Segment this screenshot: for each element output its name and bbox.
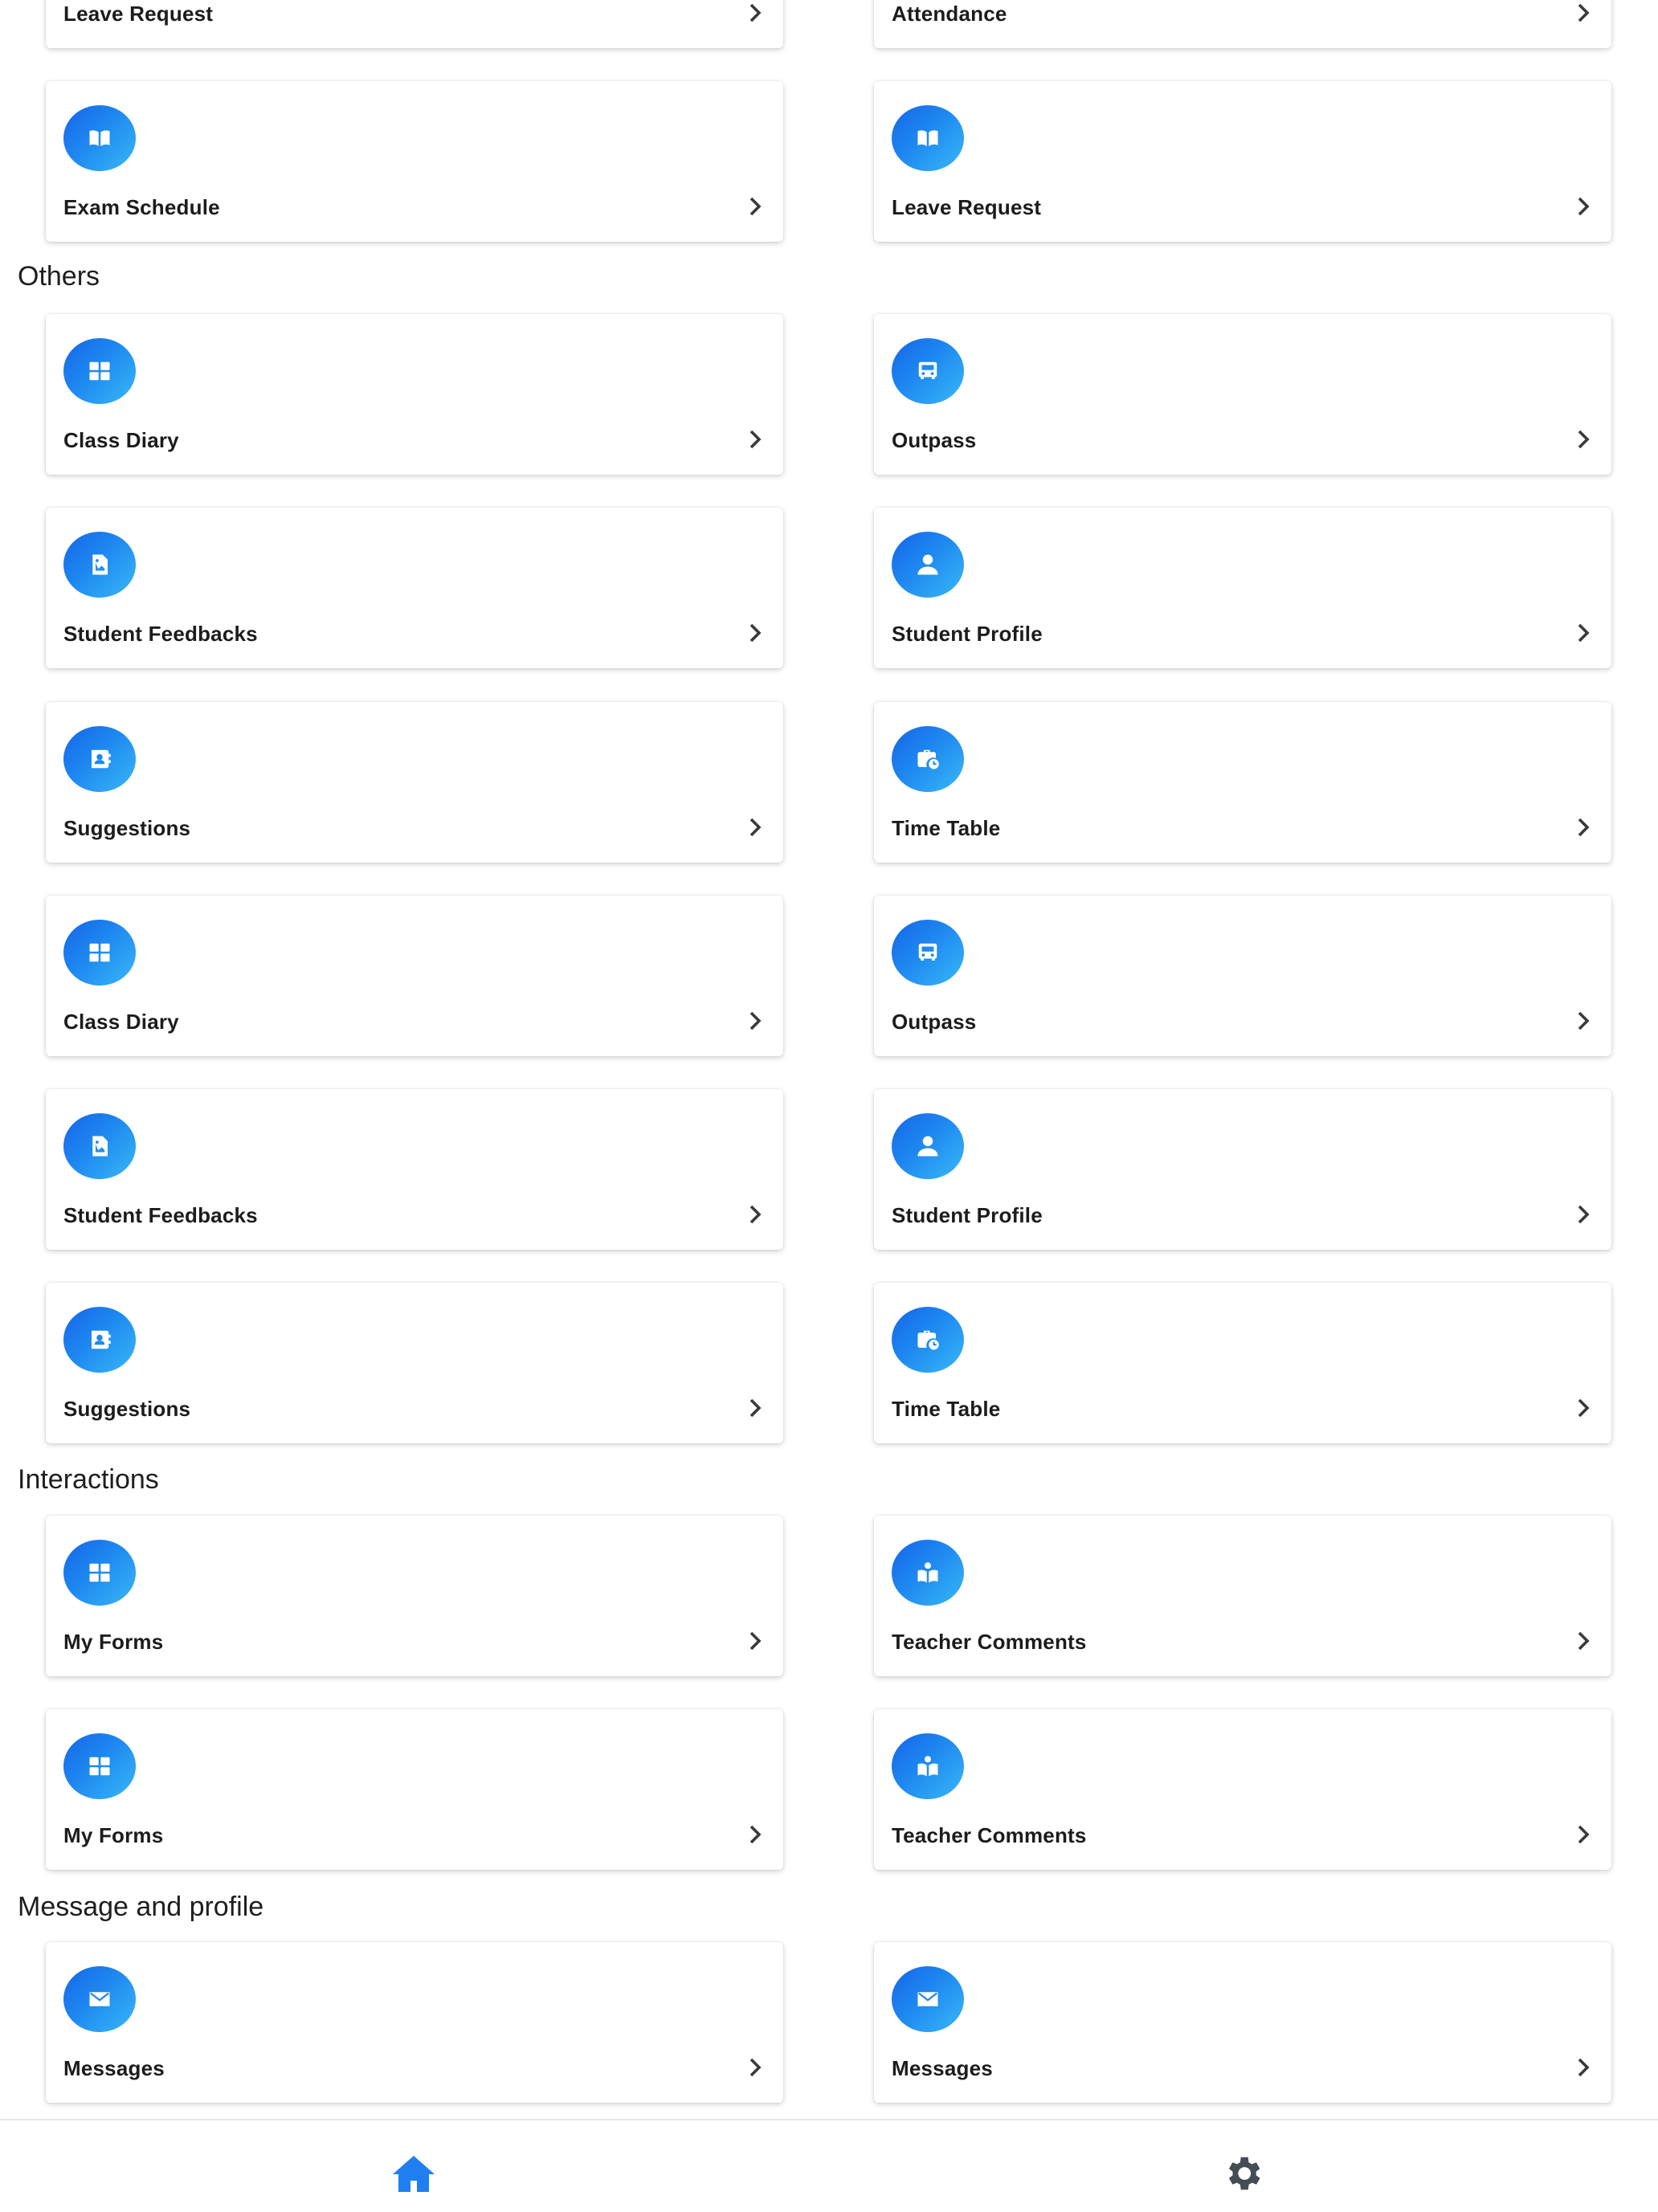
feedback-image-icon (63, 1113, 136, 1179)
chevron-right-icon (1574, 1204, 1592, 1225)
chevron-right-icon (1574, 2, 1592, 23)
book-open-icon (63, 105, 136, 171)
card-label: Teacher Comments (892, 1630, 1087, 1654)
chevron-right-icon (1574, 622, 1592, 643)
card-label: Attendance (892, 2, 1007, 26)
card-student-profile[interactable]: Student Profile (874, 1089, 1611, 1250)
card-label: Student Profile (892, 622, 1043, 646)
card-label: Outpass (892, 1010, 977, 1034)
card-student-feedbacks[interactable]: Student Feedbacks (46, 508, 783, 668)
bus-icon (892, 920, 964, 986)
card-class-diary[interactable]: Class Diary (46, 314, 783, 475)
gear-icon (1228, 2157, 1260, 2190)
chevron-right-icon (1574, 1010, 1592, 1031)
section-title-interactions: Interactions (18, 1464, 159, 1495)
card-label: Outpass (892, 428, 977, 452)
card-label: Exam Schedule (63, 195, 220, 219)
chevron-right-icon (1574, 429, 1592, 450)
user-icon (892, 532, 964, 598)
contact-book-icon (63, 1307, 136, 1373)
card-label: Student Profile (892, 1203, 1043, 1227)
grid-icon (63, 1540, 136, 1606)
card-label: My Forms (63, 1823, 164, 1847)
chevron-right-icon (746, 1010, 764, 1031)
card-time-table[interactable]: Time Table (874, 1283, 1611, 1443)
chevron-right-icon (746, 1398, 764, 1418)
user-icon (892, 1113, 964, 1179)
chevron-right-icon (746, 1630, 764, 1651)
card-time-table[interactable]: Time Table (874, 702, 1611, 863)
card-exam-schedule[interactable]: Exam Schedule (46, 81, 783, 242)
card-outpass[interactable]: Outpass (874, 896, 1611, 1056)
envelope-icon (63, 1966, 136, 2032)
card-label: My Forms (63, 1630, 164, 1654)
card-teacher-comments[interactable]: Teacher Comments (874, 1516, 1611, 1676)
card-messages[interactable]: Messages (874, 1942, 1611, 2103)
card-label: Leave Request (63, 2, 214, 26)
chevron-right-icon (1574, 196, 1592, 217)
nav-home-button[interactable] (390, 2149, 438, 2198)
card-class-diary[interactable]: Class Diary (46, 896, 783, 1056)
briefcase-clock-icon (892, 726, 964, 792)
section-title-message-profile: Message and profile (18, 1892, 264, 1922)
chevron-right-icon (746, 622, 764, 643)
reader-icon (892, 1733, 964, 1799)
card-teacher-comments[interactable]: Teacher Comments (874, 1709, 1611, 1870)
card-student-feedbacks[interactable]: Student Feedbacks (46, 1089, 783, 1250)
briefcase-clock-icon (892, 1307, 964, 1373)
card-label: Class Diary (63, 1010, 179, 1034)
chevron-right-icon (1574, 2057, 1592, 2078)
bus-icon (892, 338, 964, 404)
feedback-image-icon (63, 532, 136, 598)
chevron-right-icon (746, 2, 764, 23)
chevron-right-icon (1574, 1398, 1592, 1418)
chevron-right-icon (1574, 1630, 1592, 1651)
card-attendance[interactable]: Attendance (874, 0, 1611, 48)
card-student-profile[interactable]: Student Profile (874, 508, 1611, 668)
card-label: Time Table (892, 1397, 1001, 1421)
card-label: Time Table (892, 816, 1001, 840)
card-suggestions[interactable]: Suggestions (46, 702, 783, 863)
chevron-right-icon (746, 196, 764, 217)
home-icon (393, 2156, 435, 2192)
chevron-right-icon (746, 1824, 764, 1845)
card-suggestions[interactable]: Suggestions (46, 1283, 783, 1443)
card-label: Student Feedbacks (63, 1203, 258, 1227)
chevron-right-icon (746, 817, 764, 838)
book-open-icon (892, 105, 964, 171)
card-label: Teacher Comments (892, 1823, 1087, 1847)
card-outpass[interactable]: Outpass (874, 314, 1611, 475)
card-my-forms[interactable]: My Forms (46, 1709, 783, 1870)
card-label: Messages (63, 2056, 165, 2080)
envelope-icon (892, 1966, 964, 2032)
chevron-right-icon (746, 1204, 764, 1225)
card-label: Student Feedbacks (63, 622, 258, 646)
card-my-forms[interactable]: My Forms (46, 1516, 783, 1676)
chevron-right-icon (1574, 1824, 1592, 1845)
card-leave-request[interactable]: Leave Request (874, 81, 1611, 242)
card-label: Class Diary (63, 428, 179, 452)
card-messages[interactable]: Messages (46, 1942, 783, 2103)
contact-book-icon (63, 726, 136, 792)
reader-icon (892, 1540, 964, 1606)
card-leave-request[interactable]: Leave Request (46, 0, 783, 48)
card-label: Suggestions (63, 1397, 191, 1421)
grid-icon (63, 920, 136, 986)
grid-icon (63, 338, 136, 404)
chevron-right-icon (746, 2057, 764, 2078)
card-label: Suggestions (63, 816, 191, 840)
bottom-navigation (0, 2119, 1658, 2212)
card-label: Messages (892, 2056, 993, 2080)
chevron-right-icon (746, 429, 764, 450)
nav-settings-button[interactable] (1219, 2149, 1267, 2198)
section-title-others: Others (18, 261, 100, 292)
grid-icon (63, 1733, 136, 1799)
card-label: Leave Request (892, 195, 1042, 219)
chevron-right-icon (1574, 817, 1592, 838)
